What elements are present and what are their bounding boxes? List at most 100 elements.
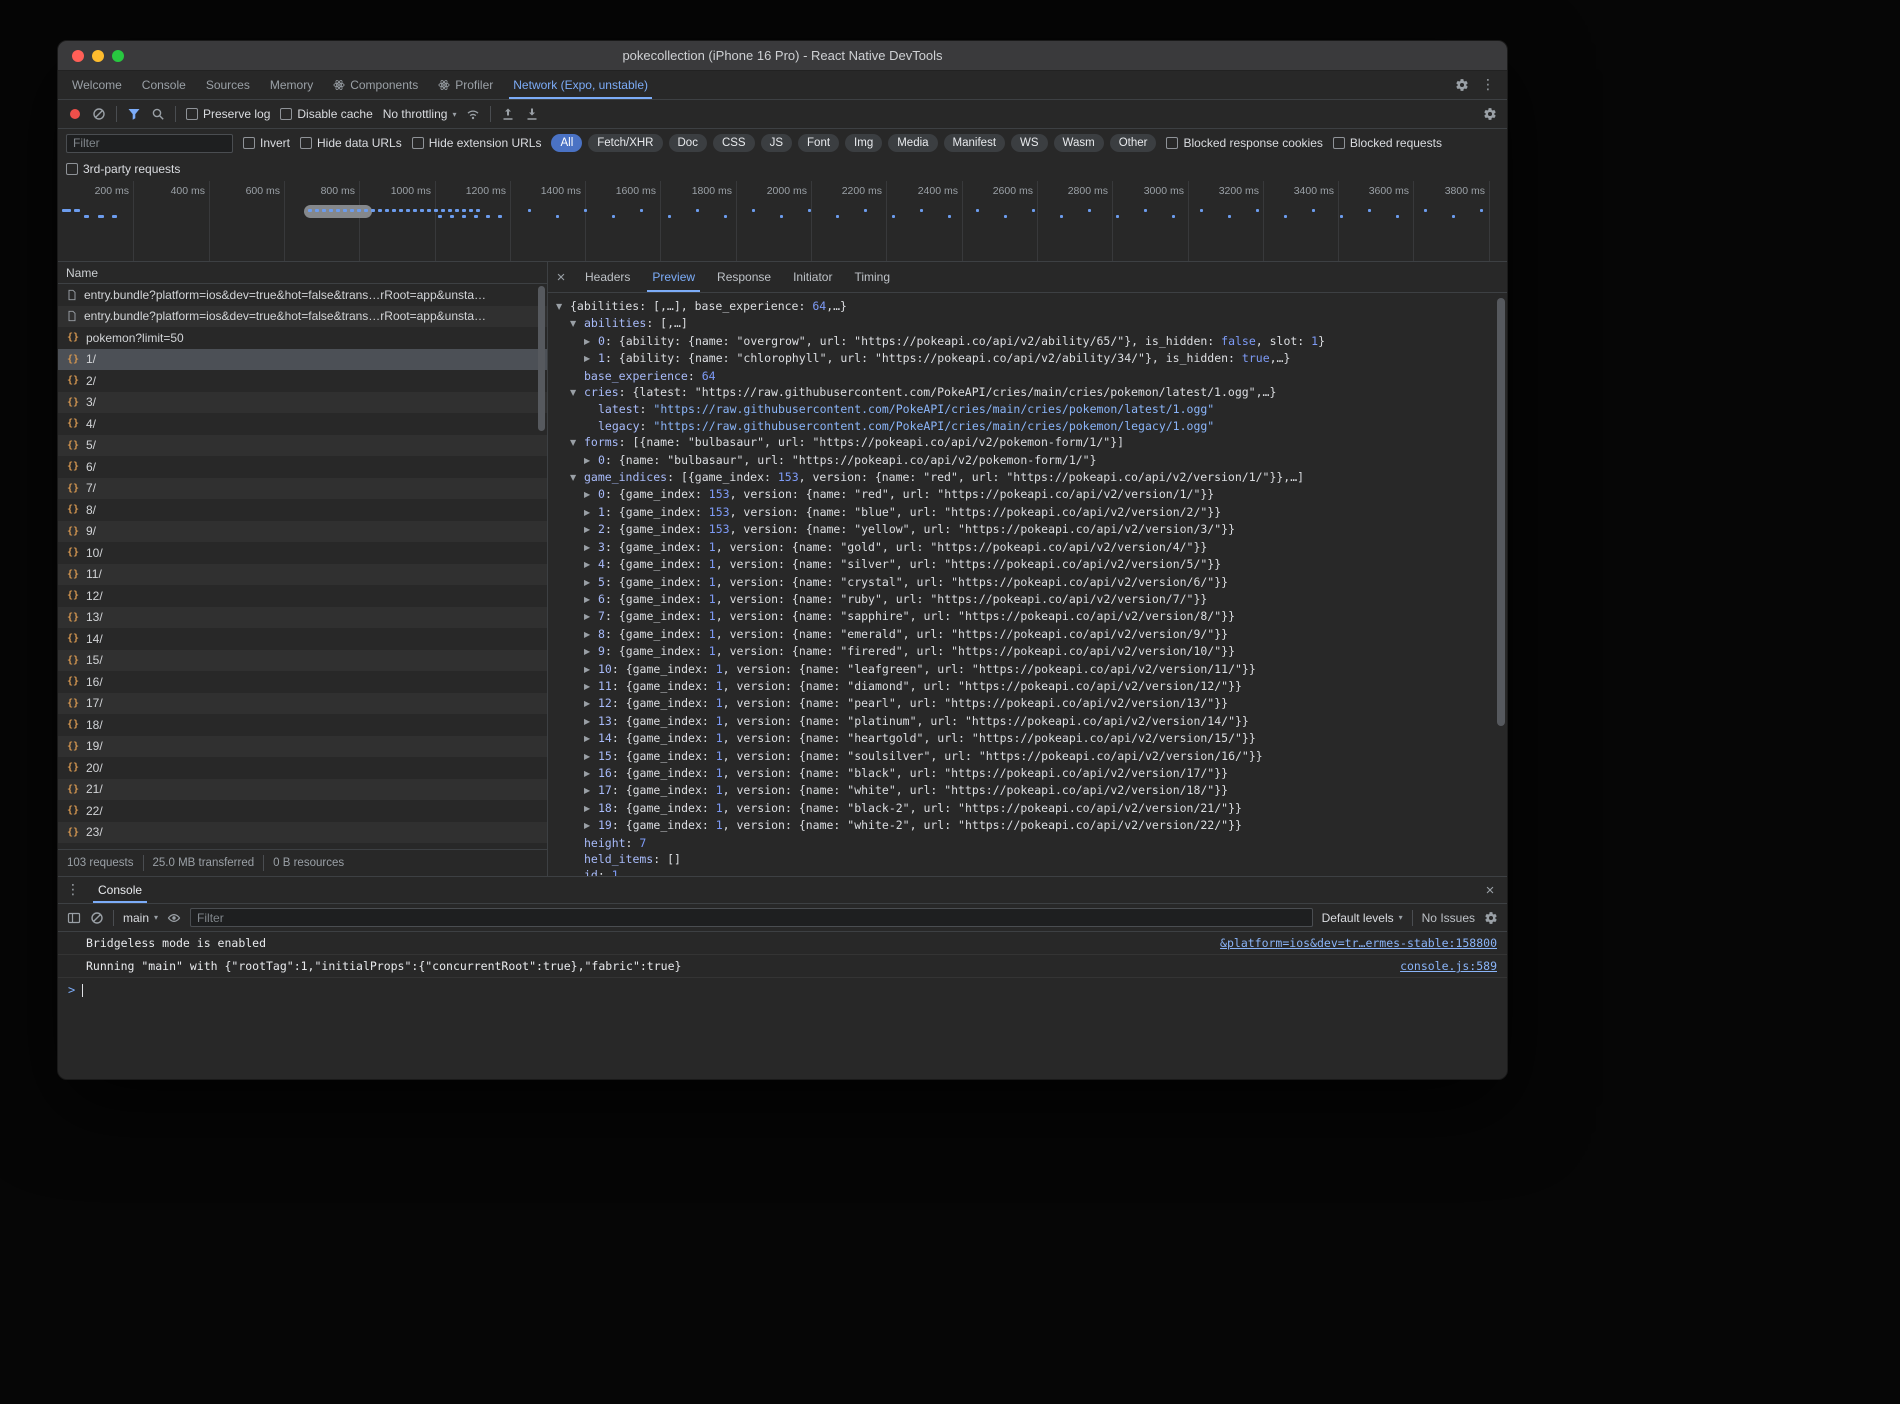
tab-profiler[interactable]: Profiler: [428, 71, 503, 99]
detail-tab-response[interactable]: Response: [706, 262, 782, 292]
request-list-scrollbar-thumb[interactable]: [538, 286, 545, 431]
minimize-window-button[interactable]: [92, 50, 104, 62]
request-row[interactable]: {}12/: [58, 585, 547, 607]
tree-expander-icon[interactable]: ▶: [584, 818, 598, 834]
tree-expander-icon[interactable]: ▶: [584, 351, 598, 367]
hide-extension-urls-checkbox[interactable]: [412, 137, 424, 149]
preview-line[interactable]: legacy: "https://raw.githubusercontent.c…: [556, 418, 1493, 434]
preview-line[interactable]: ▶0: {ability: {name: "overgrow", url: "h…: [556, 333, 1493, 350]
tree-expander-icon[interactable]: ▶: [584, 487, 598, 503]
tree-expander-icon[interactable]: ▶: [584, 592, 598, 608]
preview-line[interactable]: ▶12: {game_index: 1, version: {name: "pe…: [556, 695, 1493, 712]
preview-line[interactable]: held_items: []: [556, 851, 1493, 867]
disable-cache-checkbox[interactable]: [280, 108, 292, 120]
drawer-tab-console[interactable]: Console: [88, 877, 152, 903]
invert-checkbox[interactable]: [243, 137, 255, 149]
preview-line[interactable]: ▼game_indices: [{game_index: 153, versio…: [556, 469, 1493, 486]
tree-expander-icon[interactable]: ▶: [584, 662, 598, 678]
filter-chip-all[interactable]: All: [551, 134, 582, 152]
tree-expander-icon[interactable]: ▼: [570, 316, 584, 332]
log-levels-select[interactable]: Default levels ▾: [1322, 911, 1403, 925]
request-row[interactable]: {}13/: [58, 607, 547, 629]
tab-memory[interactable]: Memory: [260, 71, 323, 99]
console-settings-gear-icon[interactable]: [1484, 911, 1498, 925]
tree-expander-icon[interactable]: ▶: [584, 557, 598, 573]
preview-line[interactable]: ▶13: {game_index: 1, version: {name: "pl…: [556, 713, 1493, 730]
live-expression-eye-icon[interactable]: [167, 911, 181, 925]
network-settings-gear-icon[interactable]: [1483, 107, 1497, 121]
request-row[interactable]: {}6/: [58, 456, 547, 478]
close-window-button[interactable]: [72, 50, 84, 62]
preview-line[interactable]: ▶18: {game_index: 1, version: {name: "bl…: [556, 800, 1493, 817]
preview-line[interactable]: ▶1: {ability: {name: "chlorophyll", url:…: [556, 350, 1493, 367]
preview-line[interactable]: ▶1: {game_index: 153, version: {name: "b…: [556, 504, 1493, 521]
record-network-log-button[interactable]: [68, 107, 82, 121]
preview-line[interactable]: ▶0: {game_index: 153, version: {name: "r…: [556, 486, 1493, 503]
execution-context-select[interactable]: main ▾: [123, 911, 158, 925]
third-party-checkbox[interactable]: [66, 163, 78, 175]
filter-chip-js[interactable]: JS: [761, 134, 792, 152]
tree-expander-icon[interactable]: ▶: [584, 749, 598, 765]
request-row[interactable]: {}19/: [58, 736, 547, 758]
preview-line[interactable]: ▶11: {game_index: 1, version: {name: "di…: [556, 678, 1493, 695]
tree-expander-icon[interactable]: ▶: [584, 575, 598, 591]
request-row[interactable]: {}4/: [58, 413, 547, 435]
request-row[interactable]: {}17/: [58, 693, 547, 715]
request-row[interactable]: {}16/: [58, 671, 547, 693]
console-prompt[interactable]: >: [58, 978, 1507, 1002]
request-row[interactable]: {}5/: [58, 435, 547, 457]
hide-data-urls-checkbox[interactable]: [300, 137, 312, 149]
tree-expander-icon[interactable]: ▶: [584, 334, 598, 350]
preview-line[interactable]: ▶10: {game_index: 1, version: {name: "le…: [556, 661, 1493, 678]
tab-components[interactable]: Components: [323, 71, 428, 99]
tab-sources[interactable]: Sources: [196, 71, 260, 99]
request-row[interactable]: {}10/: [58, 542, 547, 564]
preview-line[interactable]: ▼abilities: [,…]: [556, 315, 1493, 332]
preview-line[interactable]: ▶5: {game_index: 1, version: {name: "cry…: [556, 574, 1493, 591]
issues-counter[interactable]: No Issues: [1422, 911, 1475, 925]
request-row[interactable]: {}9/: [58, 521, 547, 543]
import-har-icon[interactable]: [501, 107, 515, 121]
preview-line[interactable]: ▼cries: {latest: "https://raw.githubuser…: [556, 384, 1493, 401]
tree-expander-icon[interactable]: ▶: [584, 714, 598, 730]
request-row[interactable]: {}20/: [58, 757, 547, 779]
export-har-icon[interactable]: [525, 107, 539, 121]
preview-line[interactable]: ▶7: {game_index: 1, version: {name: "sap…: [556, 608, 1493, 625]
filter-chip-fetch-xhr[interactable]: Fetch/XHR: [588, 134, 662, 152]
tree-expander-icon[interactable]: ▶: [584, 801, 598, 817]
request-row[interactable]: {}22/: [58, 800, 547, 822]
request-row[interactable]: {}15/: [58, 650, 547, 672]
tree-expander-icon[interactable]: ▶: [584, 731, 598, 747]
tree-expander-icon[interactable]: ▼: [570, 470, 584, 486]
tree-expander-icon[interactable]: ▶: [584, 453, 598, 469]
preview-line[interactable]: ▶0: {name: "bulbasaur", url: "https://po…: [556, 452, 1493, 469]
network-overview-timeline[interactable]: 200 ms400 ms600 ms800 ms1000 ms1200 ms14…: [58, 181, 1507, 262]
tree-expander-icon[interactable]: ▶: [584, 540, 598, 556]
preview-line[interactable]: ▶3: {game_index: 1, version: {name: "gol…: [556, 539, 1493, 556]
request-row[interactable]: {}23/: [58, 822, 547, 844]
preview-line[interactable]: ▶6: {game_index: 1, version: {name: "rub…: [556, 591, 1493, 608]
tree-expander-icon[interactable]: ▶: [584, 679, 598, 695]
preview-line[interactable]: ▶17: {game_index: 1, version: {name: "wh…: [556, 782, 1493, 799]
tree-expander-icon[interactable]: ▶: [584, 609, 598, 625]
preview-line[interactable]: ▶9: {game_index: 1, version: {name: "fir…: [556, 643, 1493, 660]
blocked-requests-checkbox[interactable]: [1333, 137, 1345, 149]
request-row[interactable]: entry.bundle?platform=ios&dev=true&hot=f…: [58, 284, 547, 306]
tree-expander-icon[interactable]: ▶: [584, 627, 598, 643]
tree-expander-icon[interactable]: ▶: [584, 522, 598, 538]
request-row[interactable]: {}7/: [58, 478, 547, 500]
request-row[interactable]: {}2/: [58, 370, 547, 392]
preview-line[interactable]: latest: "https://raw.githubusercontent.c…: [556, 401, 1493, 417]
tab-welcome[interactable]: Welcome: [62, 71, 132, 99]
filter-funnel-icon[interactable]: [127, 107, 141, 121]
throttling-select[interactable]: No throttling ▾: [383, 107, 457, 121]
preview-line[interactable]: ▶4: {game_index: 1, version: {name: "sil…: [556, 556, 1493, 573]
request-row[interactable]: {}11/: [58, 564, 547, 586]
request-row[interactable]: entry.bundle?platform=ios&dev=true&hot=f…: [58, 306, 547, 328]
preview-line[interactable]: ▶14: {game_index: 1, version: {name: "he…: [556, 730, 1493, 747]
request-row[interactable]: {}8/: [58, 499, 547, 521]
filter-chip-doc[interactable]: Doc: [669, 134, 707, 152]
detail-tab-initiator[interactable]: Initiator: [782, 262, 843, 292]
preview-line[interactable]: ▶8: {game_index: 1, version: {name: "eme…: [556, 626, 1493, 643]
preserve-log-checkbox[interactable]: [186, 108, 198, 120]
